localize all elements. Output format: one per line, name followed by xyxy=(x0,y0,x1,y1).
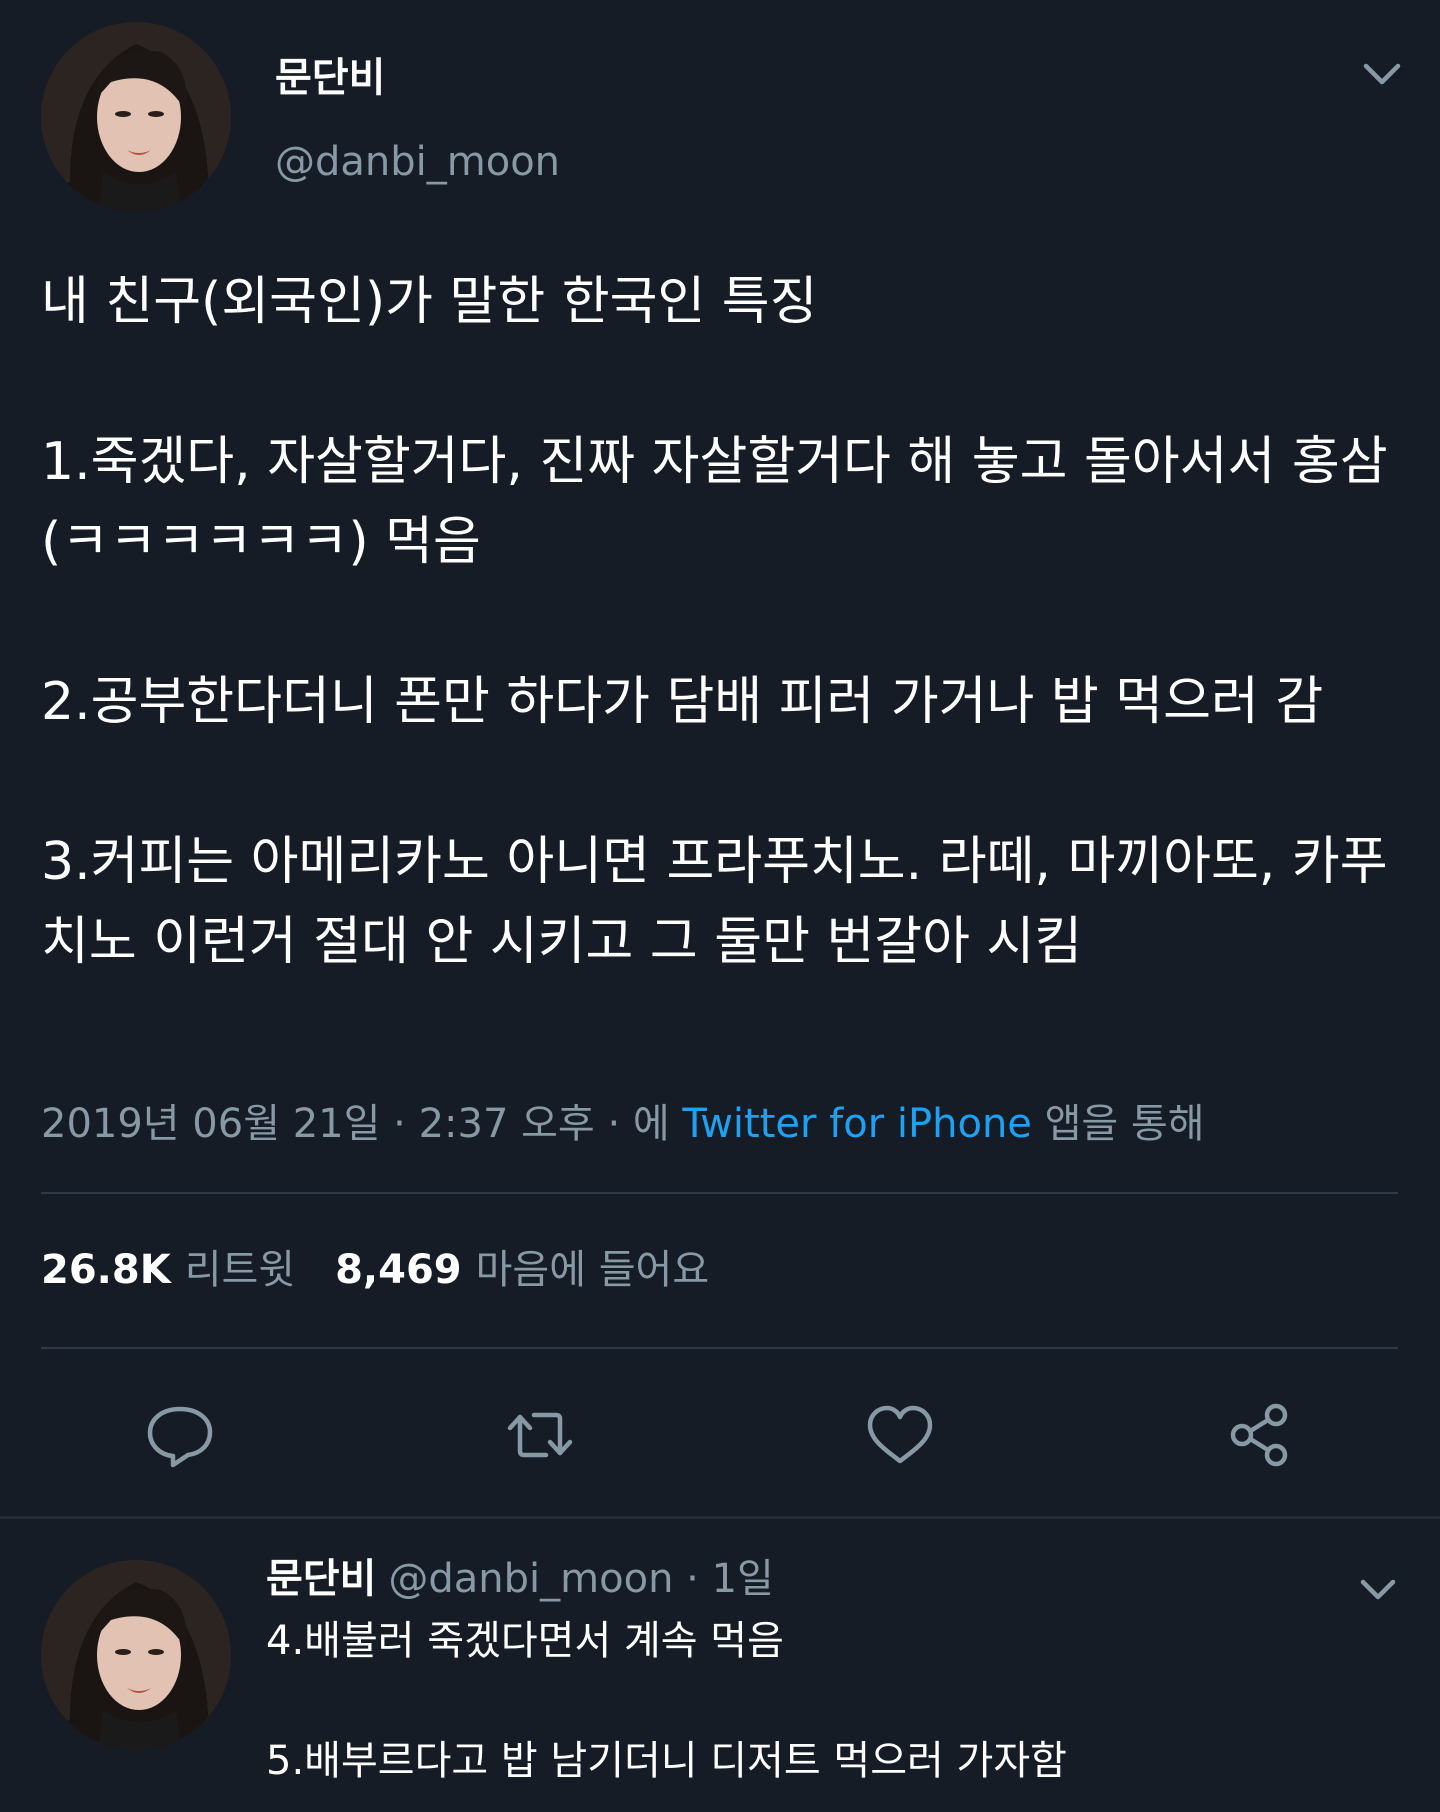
meta-separator: · xyxy=(380,1101,419,1147)
via-prefix: 에 xyxy=(632,1101,683,1147)
chevron-down-icon[interactable] xyxy=(1360,56,1404,92)
heart-icon xyxy=(867,1405,933,1464)
author-avatar[interactable] xyxy=(41,22,231,212)
retweets-count: 26.8K xyxy=(41,1247,171,1293)
like-button[interactable] xyxy=(860,1395,940,1475)
tweet-timestamp-line: 2019년 06월 21일 · 2:37 오후 · 에 Twitter for … xyxy=(41,1094,1205,1154)
chevron-down-icon[interactable] xyxy=(1358,1573,1398,1605)
client-link[interactable]: Twitter for iPhone xyxy=(682,1101,1032,1147)
reply-icon xyxy=(147,1406,213,1468)
reply-text: 4.배불러 죽겠다면서 계속 먹음 5.배부르다고 밥 남기더니 디저트 먹으러… xyxy=(266,1618,1067,1784)
main-tweet: 문단비 @danbi_moon 내 친구(외국인)가 말한 한국인 특징 1.죽… xyxy=(0,0,1440,1516)
retweets-label: 리트윗 xyxy=(184,1247,296,1293)
tweet-date[interactable]: 2019년 06월 21일 xyxy=(41,1101,380,1147)
likes-stat[interactable]: 8,469 마음에 들어요 xyxy=(335,1247,709,1293)
tweet-text: 내 친구(외국인)가 말한 한국인 특징 1.죽겠다, 자살할거다, 진짜 자살… xyxy=(41,272,1388,972)
retweet-button[interactable] xyxy=(500,1395,580,1475)
retweets-stat[interactable]: 26.8K 리트윗 xyxy=(41,1247,295,1293)
via-suffix: 앱을 통해 xyxy=(1031,1101,1205,1147)
reply-button[interactable] xyxy=(140,1395,220,1475)
author-display-name[interactable]: 문단비 xyxy=(266,1556,376,1602)
author-avatar[interactable] xyxy=(41,1560,231,1750)
author-handle-time[interactable]: @danbi_moon · 1일 xyxy=(388,1556,773,1602)
share-button[interactable] xyxy=(1220,1395,1300,1475)
tweet-detail-page: 문단비 @danbi_moon 내 친구(외국인)가 말한 한국인 특징 1.죽… xyxy=(0,0,1440,1812)
reply-header: 문단비 @danbi_moon · 1일 xyxy=(266,1549,774,1609)
tweet-action-bar xyxy=(0,1395,1440,1475)
author-display-name[interactable]: 문단비 xyxy=(275,52,385,104)
likes-label: 마음에 들어요 xyxy=(475,1247,710,1293)
share-icon xyxy=(1230,1403,1288,1467)
divider xyxy=(41,1192,1398,1194)
avatar-photo xyxy=(41,1560,231,1750)
tweet-stats: 26.8K 리트윗 8,469 마음에 들어요 xyxy=(41,1240,709,1300)
meta-separator: · xyxy=(594,1101,633,1147)
author-handle[interactable]: @danbi_moon xyxy=(275,136,560,188)
reply-tweet[interactable]: 문단비 @danbi_moon · 1일 4.배불러 죽겠다면서 계속 먹음 5.… xyxy=(0,1519,1440,1812)
likes-count: 8,469 xyxy=(335,1247,462,1293)
tweet-time[interactable]: 2:37 오후 xyxy=(419,1101,595,1147)
avatar-photo xyxy=(41,22,231,212)
divider xyxy=(41,1347,1398,1349)
retweet-icon xyxy=(507,1412,573,1458)
